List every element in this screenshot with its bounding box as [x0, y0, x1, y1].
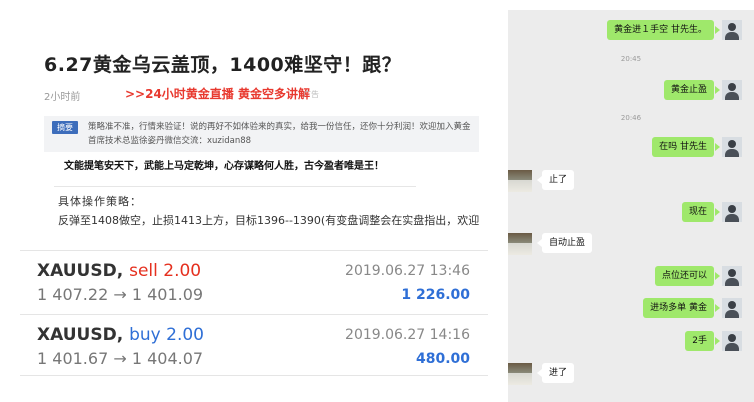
chat-message-sent: 现在 — [508, 202, 754, 224]
bubble-tail — [715, 86, 720, 94]
bubble-tail — [715, 304, 720, 312]
trade-profit: 1 226.00 — [401, 287, 470, 303]
trade-row: XAUUSD, buy 2.00 1 401.67 → 1 404.07 201… — [20, 314, 488, 376]
trade-row: XAUUSD, sell 2.00 1 407.22 → 1 401.09 20… — [20, 250, 488, 311]
chat-message-sent: 在吗 甘先生 — [508, 137, 754, 159]
chat-message-received: 进了 — [508, 363, 754, 385]
avatar[interactable] — [508, 233, 532, 255]
article-title: 6.27黄金乌云盖顶，1400难坚守！跟？ — [44, 54, 402, 76]
chat-message-sent: 进场多单 黄金 — [508, 298, 754, 320]
trade-profit: 480.00 — [415, 351, 470, 367]
trade-date: 2019.06.27 14:16 — [345, 327, 470, 343]
chat-bubble[interactable]: 进场多单 黄金 — [643, 298, 714, 318]
slogan-text: 文能提笔安天下，武能上马定乾坤，心存谋略何人胜，古今盈者唯是王！ — [64, 161, 384, 172]
divider — [54, 186, 416, 187]
promo-link[interactable]: >>24小时黄金直播 黄金空多讲解 — [125, 85, 310, 102]
bubble-tail — [715, 26, 720, 34]
chat-bubble[interactable]: 进了 — [542, 363, 575, 383]
chat-timestamp: 20:45 — [620, 55, 642, 63]
strategy-text: 反弹至1408做空，止损1413上方，目标1396--1390(有变盘调整会在实… — [58, 214, 480, 227]
trade-symbol: XAUUSD — [37, 325, 117, 345]
chat-bubble[interactable]: 2手 — [685, 331, 714, 351]
chat-bubble[interactable]: 点位还可以 — [654, 266, 714, 286]
trade-prices: 1 401.67 → 1 404.07 — [37, 349, 204, 368]
article-panel: 6.27黄金乌云盖顶，1400难坚守！跟？ 2小时前 >>24小时黄金直播 黄金… — [0, 0, 500, 402]
avatar[interactable] — [722, 266, 742, 286]
avatar[interactable] — [722, 331, 742, 351]
trade-prices: 1 407.22 → 1 401.09 — [37, 285, 204, 304]
chat-message-sent: 黄金进１手空 甘先生。 — [508, 20, 754, 42]
article-time: 2小时前 — [44, 92, 81, 103]
trade-symbol-line: XAUUSD, sell 2.00 — [37, 261, 202, 281]
summary-tag: 摘要 — [52, 121, 78, 134]
chat-message-sent: 2手 — [508, 331, 754, 353]
trade-side: buy 2.00 — [129, 325, 204, 345]
summary-box: 摘要 策略准不准，行情来验证！说的再好不如体验来的真实，给我一份信任，还你十分利… — [44, 116, 479, 152]
avatar[interactable] — [722, 20, 742, 40]
ad-label: 广告 — [303, 90, 319, 99]
avatar[interactable] — [722, 137, 742, 157]
trade-date: 2019.06.27 13:46 — [345, 263, 470, 279]
avatar[interactable] — [722, 202, 742, 222]
summary-text: 策略准不准，行情来验证！说的再好不如体验来的真实，给我一份信任，还你十分利润！欢… — [88, 122, 471, 146]
chat-bubble[interactable]: 在吗 甘先生 — [652, 137, 714, 157]
bubble-tail — [715, 272, 720, 280]
trade-symbol-line: XAUUSD, buy 2.00 — [37, 325, 204, 345]
bubble-tail — [715, 143, 720, 151]
avatar[interactable] — [508, 170, 532, 192]
chat-message-sent: 点位还可以 — [508, 266, 754, 288]
chat-bubble[interactable]: 止了 — [542, 170, 575, 190]
trade-symbol: XAUUSD — [37, 261, 117, 281]
chat-bubble[interactable]: 现在 — [681, 202, 714, 222]
strategy-label: 具体操作策略： — [58, 195, 142, 208]
avatar[interactable] — [508, 363, 532, 385]
bubble-tail — [715, 208, 720, 216]
bubble-tail — [715, 337, 720, 345]
chat-message-sent: 黄金止盈 — [508, 80, 754, 102]
chat-panel[interactable]: 黄金进１手空 甘先生。 20:45 黄金止盈 20:46 在吗 甘先生 止了 现… — [508, 10, 754, 402]
avatar[interactable] — [722, 298, 742, 318]
chat-message-received: 止了 — [508, 170, 754, 192]
chat-timestamp: 20:46 — [620, 114, 642, 122]
trade-side: sell 2.00 — [129, 261, 202, 281]
chat-bubble[interactable]: 黄金进１手空 甘先生。 — [607, 20, 714, 40]
chat-bubble[interactable]: 自动止盈 — [542, 233, 593, 253]
chat-bubble[interactable]: 黄金止盈 — [663, 80, 714, 100]
avatar[interactable] — [722, 80, 742, 100]
chat-message-received: 自动止盈 — [508, 233, 754, 255]
